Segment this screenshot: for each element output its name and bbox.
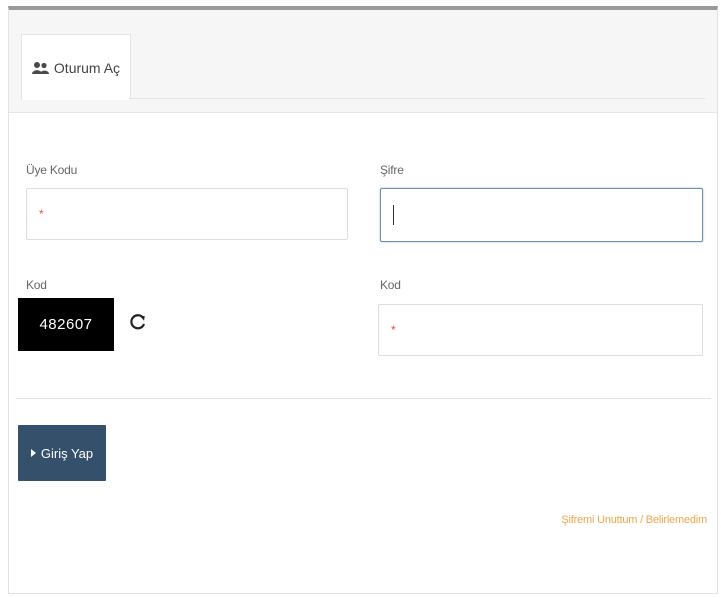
panel-header: Oturum Aç	[9, 10, 717, 113]
captcha-input-label: Kod	[380, 278, 401, 292]
password-input[interactable]	[380, 188, 703, 242]
form-divider	[16, 398, 711, 399]
login-button[interactable]: Giriş Yap	[18, 425, 106, 481]
member-code-label: Üye Kodu	[26, 163, 78, 177]
tab-login-label: Oturum Aç	[53, 59, 121, 76]
refresh-icon[interactable]	[128, 312, 148, 332]
member-code-input[interactable]: *	[26, 188, 348, 240]
password-label: Şifre	[380, 163, 404, 177]
text-caret	[393, 205, 394, 225]
users-icon	[31, 61, 50, 75]
login-button-label: Giriş Yap	[40, 445, 94, 461]
forgot-password-link[interactable]: Şifremi Unuttum / Belirlemedim	[561, 514, 707, 526]
captcha-label: Kod	[26, 278, 47, 292]
caret-right-icon	[30, 449, 36, 457]
captcha-input[interactable]: *	[378, 304, 703, 356]
login-panel: Oturum Aç	[8, 6, 718, 594]
required-mark: *	[39, 207, 44, 221]
captcha-image: 482607	[18, 298, 114, 351]
tab-underline	[129, 98, 705, 99]
tab-login[interactable]: Oturum Aç	[21, 34, 131, 100]
required-mark: *	[391, 323, 396, 337]
